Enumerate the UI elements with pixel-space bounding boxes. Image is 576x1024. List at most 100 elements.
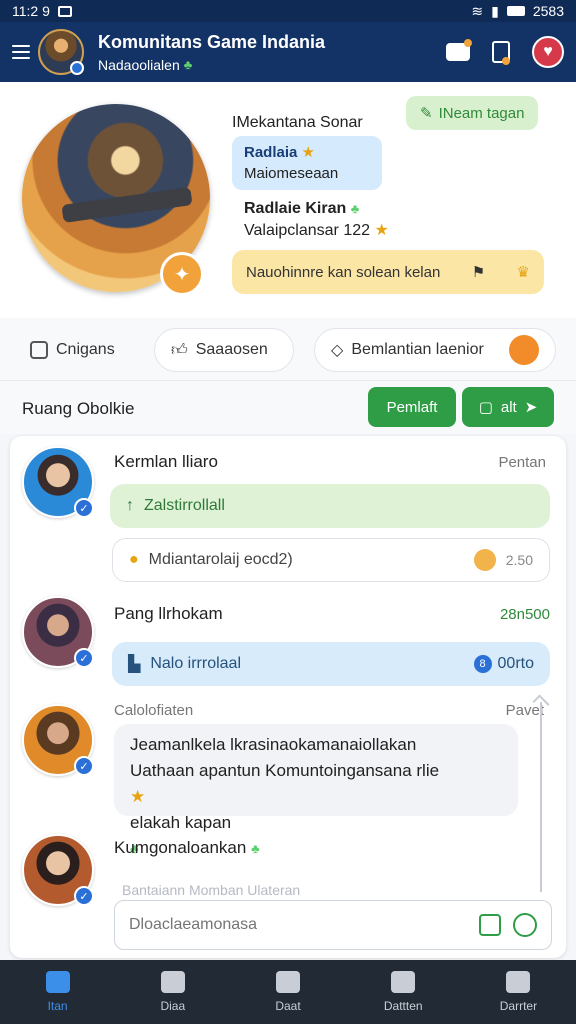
verified-dot-icon [70,61,84,75]
user-count: 28n500 [499,606,550,623]
avatar[interactable]: ✓ [22,834,94,906]
emoji-icon[interactable] [513,913,537,937]
verified-icon: ✓ [74,648,94,668]
avatar[interactable]: ✓ [22,446,94,518]
arrow-up-icon: ↑ [126,497,134,514]
chip-label: Bemlantian laenior [351,341,484,358]
thumbs-up-icon: 👍︎ [171,341,188,359]
tab-label: Daat [275,999,301,1013]
user-name: Kumgonaloankan ♣ [114,838,260,858]
message-bubble[interactable]: ● Mdiantarolaij eocd2) 2.50 [112,538,550,582]
profile-section: ✦ ✎ INeam tagan IMekantana Sonar Radlaia… [0,82,576,318]
verified-icon: ✓ [74,886,94,906]
chat-feed: ✓ Kermlan lliaro Pentan ↑ Zalstirrollall… [10,436,566,958]
tab-list[interactable]: Daat [230,960,345,1024]
box-icon [160,971,185,993]
alt-button[interactable]: ▢ alt ➤ [462,387,554,427]
team-tag[interactable]: ✎ INeam tagan [406,96,539,130]
tab-label: Dattten [383,999,423,1013]
avatar[interactable]: ✓ [22,596,94,668]
app-title: Komunitans Game Indania [98,31,326,52]
rocket-icon: ⚑ [471,264,486,281]
heart-icon[interactable]: ♥ [532,36,564,68]
status-time: 11:2 9 [12,3,50,19]
tab-box[interactable]: Diaa [115,960,230,1024]
message-line: Jeamanlkela lkrasinaokamanaiollakan [130,735,417,754]
message-text: Nalo irrrolaal [150,655,242,672]
crown-icon: ♛ [516,264,530,281]
user-name: Kermlan lliaro [114,452,218,471]
star-icon: ★ [301,144,315,161]
room-header: Ruang Obolkie Pemlaft ▢ alt ➤ [0,380,576,434]
verified-icon: ✓ [74,498,94,518]
message-input[interactable] [129,916,467,934]
emoji-icon: ● [129,551,139,568]
badge-icon: 8 [473,655,492,673]
message-line: elakah kapan [130,813,232,832]
message-text: Mdiantarolaij eocd2) [148,551,293,568]
notification-icon [57,5,72,17]
tab-label: Diaa [160,999,186,1013]
list-icon [276,971,300,993]
edit-icon [30,341,48,359]
user-name-text: Kumgonaloankan [114,838,247,857]
chip-saaaosen[interactable]: 👍︎ Saaaosen [154,328,294,372]
send-icon: ➤ [524,399,538,416]
team-tag-label: INeam tagan [438,104,525,122]
profile-name: IMekantana Sonar [232,114,363,131]
message-number: 00rto [497,655,534,672]
chip-cnigans[interactable]: Cnigans [30,328,115,372]
user-role: Pentan [498,454,546,471]
smiley-icon [473,549,496,571]
status-bubble: Nauohinnre kan solean kelan ⚑ ♛ [232,250,544,294]
document-icon[interactable] [492,41,510,65]
status-right-text: 2583 [532,3,564,19]
message-bubble[interactable]: Jeamanlkela lkrasinaokamanaiollakan Uath… [114,724,518,856]
tab-tag[interactable]: Dattten [346,960,461,1024]
faded-message: Bantaiann Momban Ulateran [122,882,301,898]
status-bar: 11:2 9 ≋ ▮ 2583 [0,0,576,22]
status-bubble-text: Nauohinnre kan solean kelan [246,263,441,281]
scrollbar[interactable] [540,702,542,892]
user-name: Calolofiaten [114,702,194,719]
room-title: Ruang Obolkie [22,399,135,418]
menu-icon[interactable] [12,45,30,59]
app-subtitle: Nadaoolialen [98,56,180,73]
tab-label: Darrter [499,999,538,1013]
weapon-illustration [61,187,193,223]
action-chips: Cnigans 👍︎ Saaaosen ◇ Bemlantian laenior [0,318,576,380]
star-icon: ★ [130,787,146,806]
wifi-icon: ≋ [471,2,484,19]
message-line: Uathaan apantun Komuntoingansana rlie [130,761,440,780]
verified-icon: ✓ [74,756,94,776]
profile-bubble: Radlaia ★ Maiomeseaan [232,136,382,190]
message-text: Zalstirrollall [144,497,225,514]
leaf-icon: ♣ [183,57,193,72]
star-badge-icon[interactable]: ✦ [160,252,204,296]
attachment-icon[interactable] [479,914,501,936]
chip-bemlantian[interactable]: ◇ Bemlantian laenior [314,328,556,372]
pencil-icon: ✎ [420,105,433,122]
bubble-line1: Radlaia [244,144,298,161]
battery-icon [506,6,525,16]
leaf-icon: ♣ [350,201,360,216]
chart-icon: ▙ [128,656,141,673]
signal-icon: ▮ [491,2,499,19]
avatar[interactable]: ✓ [22,704,94,776]
tag-icon [391,971,416,993]
chip-label: Saaaosen [195,341,268,358]
info-line1: Radlaie Kiran [244,200,347,217]
button-label: Pemlaft [386,398,438,416]
profile-info: Radlaie Kiran ♣ Valaipclansar 122 ★ [244,198,389,242]
star-icon: ★ [374,222,389,239]
message-bubble[interactable]: ↑ Zalstirrollall [110,484,550,528]
chat-icon[interactable] [446,39,472,61]
pemlaft-button[interactable]: Pemlaft [368,387,456,427]
home-icon [45,971,70,993]
message-bubble[interactable]: ▙ Nalo irrrolaal 8 00rto [112,642,550,686]
tab-people[interactable]: Darrter [461,960,576,1024]
tab-label: Itan [47,999,68,1013]
community-avatar[interactable] [38,29,84,75]
message-time: 2.50 [505,552,533,568]
tab-home[interactable]: Itan [0,960,115,1024]
